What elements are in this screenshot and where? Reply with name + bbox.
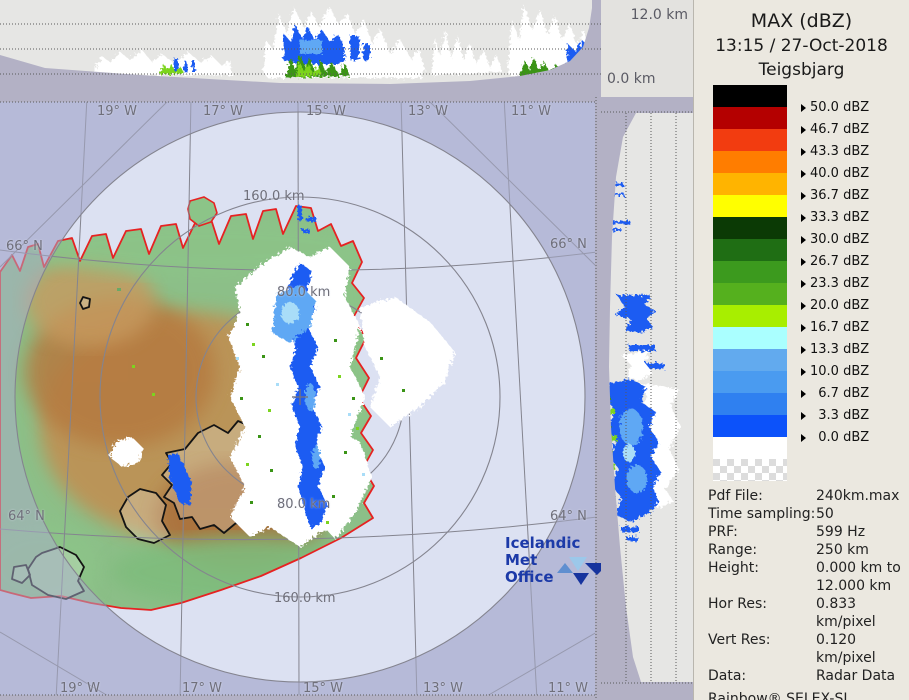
- metadata-row: Hor Res: 0.833 km/pixel: [708, 595, 904, 631]
- legend-band: 0.0 dBZ: [694, 415, 909, 445]
- software-name: Rainbow® SELEX-SI: [708, 691, 848, 700]
- met-office-logo-triangles-icon: [557, 557, 601, 585]
- height-axis-box: 12.0 km 0.0 km: [601, 0, 693, 97]
- metadata-label: Data:: [708, 668, 747, 684]
- metadata-value: 0.833 km/pixel: [816, 596, 876, 630]
- scan-metadata: Pdf File: 240km.max Time sampling: 50 PRF: 59…: [708, 487, 904, 700]
- legend-swatch: [713, 415, 787, 437]
- metadata-value: 0.000 km to: [816, 560, 901, 576]
- legend-band: 10.0 dBZ: [694, 349, 909, 379]
- height-axis-min-label: 0.0 km: [607, 71, 656, 87]
- legend-swatch: [713, 195, 787, 217]
- legend-swatch: [713, 371, 787, 393]
- legend-band: 40.0 dBZ: [694, 151, 909, 181]
- timestamp: 13:15 / 27-Oct-2018: [715, 36, 888, 56]
- metadata-value: Radar Data: [816, 668, 896, 684]
- legend-band: 16.7 dBZ: [694, 305, 909, 335]
- metadata-value: 250 km: [816, 542, 869, 558]
- metadata-value: 599 Hz: [816, 524, 866, 540]
- met-office-logo: Icelandic Met Office: [505, 535, 601, 586]
- legend-band: 13.3 dBZ: [694, 327, 909, 357]
- product-title: MAX (dBZ): [750, 10, 853, 32]
- legend-band: 50.0 dBZ: [694, 85, 909, 115]
- legend-swatch: [713, 85, 787, 107]
- legend-bands: 50.0 dBZ 46.7 dBZ 43.3 dBZ 40.0 dBZ 36.7 dBZ…: [694, 85, 909, 445]
- metadata-value: 240km.max: [816, 488, 900, 504]
- metadata-label: PRF:: [708, 524, 738, 540]
- metadata-label: Range:: [708, 542, 758, 558]
- legend-band: 6.7 dBZ: [694, 371, 909, 401]
- radar-map-view[interactable]: 19° W 17° W 15° W 13° W 11° W 19° W 17° W 15° W…: [0, 97, 601, 700]
- metadata-value: 0.120 km/pixel: [816, 632, 876, 666]
- metadata-value: 12.000 km: [816, 578, 892, 594]
- legend-swatch: [713, 393, 787, 415]
- legend-swatch: [713, 173, 787, 195]
- metadata-value: 50: [816, 506, 834, 522]
- metadata-row: Height: 0.000 km to: [708, 559, 904, 577]
- metadata-label: Hor Res:: [708, 596, 768, 612]
- legend-swatch: [713, 239, 787, 261]
- metadata-label: Height:: [708, 560, 759, 576]
- legend-swatch: [713, 129, 787, 151]
- legend-band: 36.7 dBZ: [694, 173, 909, 203]
- legend-band: 46.7 dBZ: [694, 107, 909, 137]
- legend-swatch: [713, 349, 787, 371]
- legend-swatch: [713, 107, 787, 129]
- metadata-row: Range: 250 km: [708, 541, 904, 559]
- metadata-row: Pdf File: 240km.max: [708, 487, 904, 505]
- radar-map-canvas: [0, 97, 601, 700]
- height-axis-max-label: 12.0 km: [630, 7, 688, 23]
- legend-swatch: [713, 283, 787, 305]
- ew-cross-section-canvas: [0, 0, 601, 97]
- metadata-label: Vert Res:: [708, 632, 771, 648]
- metadata-label: Time sampling:: [708, 506, 816, 522]
- legend-band: 20.0 dBZ: [694, 283, 909, 313]
- legend-band-transparent: [694, 459, 909, 481]
- metadata-row: PRF: 599 Hz: [708, 523, 904, 541]
- legend-band: 26.7 dBZ: [694, 239, 909, 269]
- legend-band: 3.3 dBZ: [694, 393, 909, 423]
- legend-swatch: [713, 305, 787, 327]
- legend-band-white: [694, 437, 909, 459]
- ew-cross-section: [0, 0, 601, 97]
- legend-band: 30.0 dBZ: [694, 217, 909, 247]
- legend-swatch: [713, 261, 787, 283]
- legend-band: 33.3 dBZ: [694, 195, 909, 225]
- ns-cross-section-canvas: [601, 97, 693, 700]
- info-panel: MAX (dBZ) 13:15 / 27-Oct-2018 Teigsbjarg…: [693, 0, 909, 700]
- metadata-row: Vert Res: 0.120 km/pixel: [708, 631, 904, 667]
- metadata-row: Data: Radar Data: [708, 667, 904, 685]
- metadata-row: 12.000 km: [708, 577, 904, 595]
- ns-cross-section: [601, 97, 693, 700]
- legend-swatch: [713, 151, 787, 173]
- station-name: Teigsbjarg: [758, 60, 845, 80]
- metadata-row: Time sampling: 50: [708, 505, 904, 523]
- legend-band: 23.3 dBZ: [694, 261, 909, 291]
- legend-band: 43.3 dBZ: [694, 129, 909, 159]
- metadata-label: Pdf File:: [708, 488, 763, 504]
- legend-swatch: [713, 327, 787, 349]
- metadata-label: [708, 577, 816, 595]
- legend: 50.0 dBZ 46.7 dBZ 43.3 dBZ 40.0 dBZ 36.7 dBZ…: [694, 85, 909, 481]
- legend-swatch: [713, 217, 787, 239]
